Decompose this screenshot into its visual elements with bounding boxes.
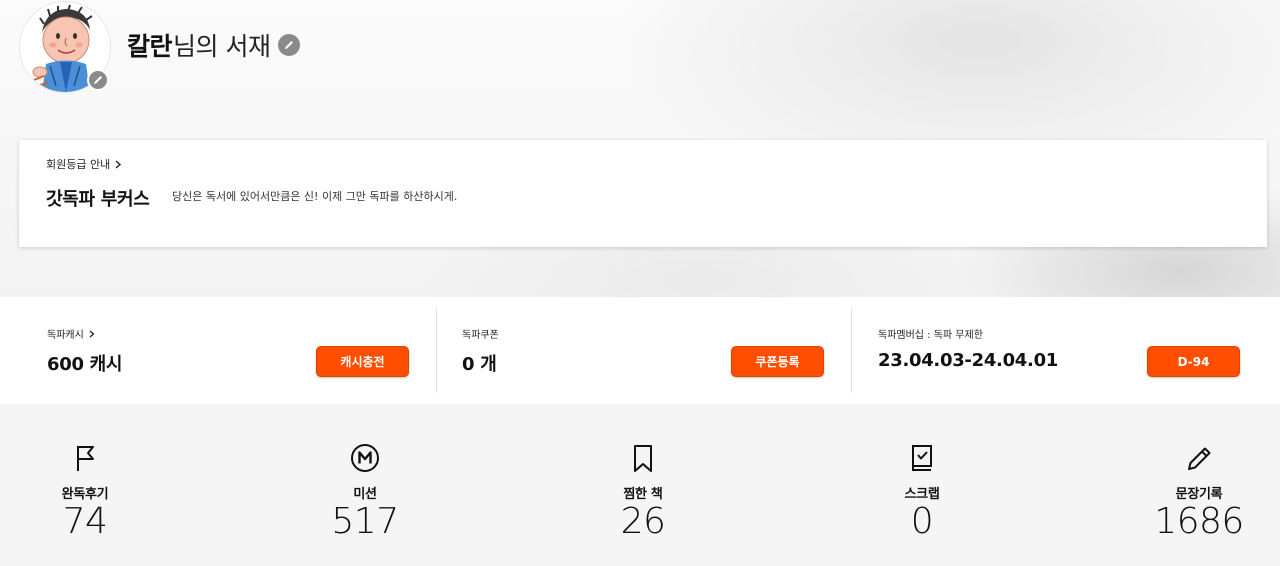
stat-value: 1686	[1154, 501, 1244, 542]
flag-icon	[77, 446, 94, 471]
wallet-section: 독파캐시 600 캐시 캐시충전 독파쿠폰 0 개 쿠폰등록 독파멤버십 : 독…	[0, 297, 1280, 404]
membership-period: 23.04.03-24.04.01	[878, 350, 1059, 371]
stat-reviews[interactable]: 완독후기 74	[0, 404, 175, 566]
membership-label: 독파멤버십 : 독파 무제한	[878, 330, 983, 341]
pencil-icon	[1188, 447, 1211, 470]
user-name: 칼란	[127, 32, 173, 61]
mission-m-icon	[351, 444, 379, 472]
cash-label: 독파캐시	[47, 330, 84, 341]
cash-link[interactable]: 독파캐시	[47, 326, 95, 341]
stat-value: 517	[331, 501, 399, 542]
grade-description: 당신은 독서에 있어서만큼은 신! 이제 그만 독파를 하산하시게.	[172, 190, 458, 203]
divider	[436, 309, 437, 393]
activity-stats: 완독후기 74 미션 517 찜한 책 26 스크랩 0 문장기록 1686	[0, 404, 1280, 566]
coupon-register-button[interactable]: 쿠폰등록	[731, 346, 824, 377]
stat-label: 문장기록	[1175, 487, 1223, 502]
stat-label: 완독후기	[61, 487, 109, 502]
bookmark-icon	[634, 445, 652, 472]
pencil-icon	[94, 76, 102, 84]
stat-label: 스크랩	[904, 487, 940, 502]
stat-value: 0	[910, 501, 934, 542]
grade-name: 갓독파 부커스	[46, 189, 150, 210]
stat-missions[interactable]: 미션 517	[275, 404, 455, 566]
library-title: 칼란 님의 서재	[127, 26, 301, 64]
coupon-value: 0 개	[462, 354, 497, 375]
stat-value: 26	[620, 501, 666, 542]
chevron-right-icon	[89, 330, 95, 337]
grade-info-link[interactable]: 회원등급 안내	[46, 156, 122, 172]
pencil-icon	[285, 41, 294, 49]
scrap-book-icon	[912, 445, 932, 471]
grade-info-label: 회원등급 안내	[46, 158, 111, 171]
membership-dday-button[interactable]: D-94	[1147, 346, 1240, 377]
profile-hero: 칼란 님의 서재 회원등급 안내 갓독파 부커스 당신은 독서에 있어서만큼은 …	[0, 0, 1280, 297]
avatar-edit-button[interactable]	[87, 69, 109, 91]
stat-sentences[interactable]: 문장기록 1686	[1109, 404, 1280, 566]
chevron-right-icon	[115, 159, 122, 169]
library-title-suffix: 님의 서재	[173, 32, 271, 61]
member-grade-card: 회원등급 안내 갓독파 부커스 당신은 독서에 있어서만큼은 신! 이제 그만 …	[19, 140, 1267, 247]
stat-scraps[interactable]: 스크랩 0	[832, 404, 1012, 566]
coupon-label: 독파쿠폰	[462, 330, 499, 341]
stat-label: 미션	[353, 487, 377, 502]
stat-wishlist[interactable]: 찜한 책 26	[553, 404, 733, 566]
cash-charge-button[interactable]: 캐시충전	[316, 346, 409, 377]
stat-value: 74	[62, 501, 108, 542]
title-edit-button[interactable]	[278, 34, 301, 56]
stat-label: 찜한 책	[623, 487, 663, 502]
cash-value: 600 캐시	[47, 354, 123, 375]
divider	[851, 309, 852, 393]
